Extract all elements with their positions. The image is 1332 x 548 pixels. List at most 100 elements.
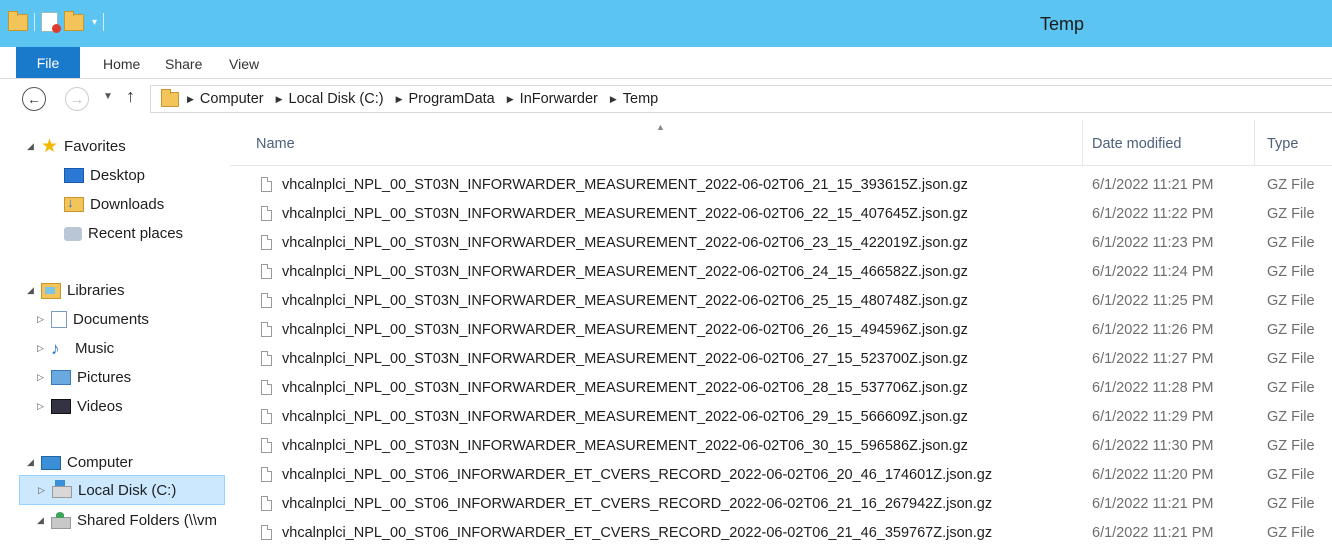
table-row[interactable]: vhcalnplci_NPL_00_ST06_INFORWARDER_ET_CV…	[230, 461, 1332, 490]
recent-locations-chevron-icon[interactable]: ▼	[103, 91, 113, 102]
table-row[interactable]: vhcalnplci_NPL_00_ST03N_INFORWARDER_MEAS…	[230, 229, 1332, 258]
collapsed-icon[interactable]: ▷	[37, 314, 51, 325]
collapsed-icon[interactable]: ▷	[37, 401, 51, 412]
videos-icon	[51, 399, 71, 414]
customize-toolbar-chevron-icon[interactable]: ▾	[92, 17, 97, 28]
file-name: vhcalnplci_NPL_00_ST03N_INFORWARDER_MEAS…	[282, 264, 968, 280]
nav-libraries[interactable]: ◢ Libraries	[27, 282, 125, 299]
nav-computer[interactable]: ◢ Computer	[27, 454, 133, 471]
local-disk-icon	[52, 480, 72, 498]
column-divider[interactable]	[1254, 120, 1255, 165]
tab-file[interactable]: File	[16, 47, 80, 78]
nav-documents[interactable]: ▷ Documents	[37, 311, 149, 328]
breadcrumb-label: Local Disk (C:)	[288, 91, 384, 107]
breadcrumb-label: InForwarder	[519, 91, 598, 107]
tab-home[interactable]: Home	[103, 56, 140, 72]
table-row[interactable]: vhcalnplci_NPL_00_ST06_INFORWARDER_ET_CV…	[230, 519, 1332, 548]
file-date-modified: 6/1/2022 11:23 PM	[1092, 235, 1214, 251]
file-date-modified: 6/1/2022 11:21 PM	[1092, 525, 1214, 541]
separator	[34, 13, 35, 31]
table-row[interactable]: vhcalnplci_NPL_00_ST03N_INFORWARDER_MEAS…	[230, 171, 1332, 200]
nav-favorites[interactable]: ◢ ★ Favorites	[27, 135, 126, 157]
file-date-modified: 6/1/2022 11:20 PM	[1092, 467, 1214, 483]
breadcrumb-programdata[interactable]: ▶ ProgramData	[396, 91, 495, 107]
expand-icon[interactable]: ◢	[27, 457, 41, 468]
file-date-modified: 6/1/2022 11:26 PM	[1092, 322, 1214, 338]
breadcrumb-label: ProgramData	[408, 91, 495, 107]
collapsed-icon[interactable]: ▷	[38, 485, 52, 496]
file-type: GZ File	[1267, 438, 1315, 454]
table-row[interactable]: vhcalnplci_NPL_00_ST03N_INFORWARDER_MEAS…	[230, 432, 1332, 461]
chevron-right-icon: ▶	[395, 93, 403, 104]
navigation-bar: ← → ▼ ↑ ▶ Computer ▶ Local Disk (C:) ▶ Prog…	[0, 79, 1332, 119]
nav-videos[interactable]: ▷ Videos	[37, 398, 123, 415]
window-title: Temp	[1040, 14, 1085, 34]
table-row[interactable]: vhcalnplci_NPL_00_ST03N_INFORWARDER_MEAS…	[230, 258, 1332, 287]
column-header-name[interactable]: Name	[256, 136, 295, 152]
nav-label: Favorites	[64, 138, 126, 155]
breadcrumb-computer[interactable]: ▶ Computer	[187, 91, 264, 107]
table-row[interactable]: vhcalnplci_NPL_00_ST03N_INFORWARDER_MEAS…	[230, 287, 1332, 316]
file-name: vhcalnplci_NPL_00_ST03N_INFORWARDER_MEAS…	[282, 351, 968, 367]
quick-access-toolbar: ▾	[8, 10, 105, 33]
breadcrumb-temp[interactable]: ▶ Temp	[610, 91, 658, 107]
breadcrumb-inforwarder[interactable]: ▶ InForwarder	[507, 91, 598, 107]
expand-icon[interactable]: ◢	[27, 285, 41, 296]
file-icon	[261, 351, 272, 366]
file-type: GZ File	[1267, 293, 1315, 309]
expand-icon[interactable]: ◢	[37, 515, 51, 526]
forward-button[interactable]: →	[65, 87, 89, 111]
file-type: GZ File	[1267, 409, 1315, 425]
file-icon	[261, 380, 272, 395]
up-button[interactable]: ↑	[126, 86, 135, 107]
file-type: GZ File	[1267, 467, 1315, 483]
file-icon	[261, 438, 272, 453]
address-bar[interactable]: ▶ Computer ▶ Local Disk (C:) ▶ ProgramData …	[150, 85, 1332, 113]
table-row[interactable]: vhcalnplci_NPL_00_ST03N_INFORWARDER_MEAS…	[230, 316, 1332, 345]
nav-label: Pictures	[77, 369, 132, 386]
table-row[interactable]: vhcalnplci_NPL_00_ST03N_INFORWARDER_MEAS…	[230, 345, 1332, 374]
nav-downloads[interactable]: Downloads	[64, 195, 164, 213]
collapsed-icon[interactable]: ▷	[37, 372, 51, 383]
file-icon	[261, 409, 272, 424]
documents-icon	[51, 311, 67, 328]
file-date-modified: 6/1/2022 11:21 PM	[1092, 177, 1214, 193]
folder-icon[interactable]	[8, 10, 28, 31]
chevron-right-icon: ▶	[187, 93, 194, 104]
table-row[interactable]: vhcalnplci_NPL_00_ST03N_INFORWARDER_MEAS…	[230, 200, 1332, 229]
nav-recent-places[interactable]: Recent places	[64, 225, 183, 242]
tab-share[interactable]: Share	[165, 56, 202, 72]
back-button[interactable]: ←	[22, 87, 46, 111]
folder-icon	[161, 88, 179, 107]
chevron-right-icon: ▶	[506, 93, 514, 104]
collapsed-icon[interactable]: ▷	[37, 343, 51, 354]
star-icon: ★	[41, 135, 59, 157]
nav-shared-folders[interactable]: ◢ Shared Folders (\\vm	[37, 511, 217, 529]
nav-label: Videos	[77, 398, 123, 415]
column-header-type[interactable]: Type	[1267, 136, 1298, 152]
nav-desktop[interactable]: Desktop	[64, 167, 145, 184]
nav-music[interactable]: ▷ ♪ Music	[37, 340, 114, 358]
table-row[interactable]: vhcalnplci_NPL_00_ST03N_INFORWARDER_MEAS…	[230, 403, 1332, 432]
file-date-modified: 6/1/2022 11:29 PM	[1092, 409, 1214, 425]
nav-pictures[interactable]: ▷ Pictures	[37, 369, 131, 386]
file-icon	[261, 235, 272, 250]
file-type: GZ File	[1267, 206, 1315, 222]
new-folder-icon[interactable]	[64, 10, 84, 31]
file-date-modified: 6/1/2022 11:24 PM	[1092, 264, 1214, 280]
table-row[interactable]: vhcalnplci_NPL_00_ST06_INFORWARDER_ET_CV…	[230, 490, 1332, 519]
desktop-icon	[64, 168, 84, 183]
nav-local-disk[interactable]: ▷ Local Disk (C:)	[19, 475, 225, 505]
column-header-date-modified[interactable]: Date modified	[1092, 136, 1181, 152]
properties-icon[interactable]	[41, 12, 61, 33]
column-divider[interactable]	[1082, 120, 1083, 165]
nav-label: Local Disk (C:)	[78, 481, 177, 499]
table-row[interactable]: vhcalnplci_NPL_00_ST03N_INFORWARDER_MEAS…	[230, 374, 1332, 403]
expand-icon[interactable]: ◢	[27, 141, 41, 152]
file-name: vhcalnplci_NPL_00_ST03N_INFORWARDER_MEAS…	[282, 438, 968, 454]
file-date-modified: 6/1/2022 11:27 PM	[1092, 351, 1214, 367]
tab-view[interactable]: View	[229, 56, 259, 72]
breadcrumb-label: Computer	[199, 91, 264, 107]
breadcrumb-local-disk[interactable]: ▶ Local Disk (C:)	[276, 91, 384, 107]
file-date-modified: 6/1/2022 11:21 PM	[1092, 496, 1214, 512]
